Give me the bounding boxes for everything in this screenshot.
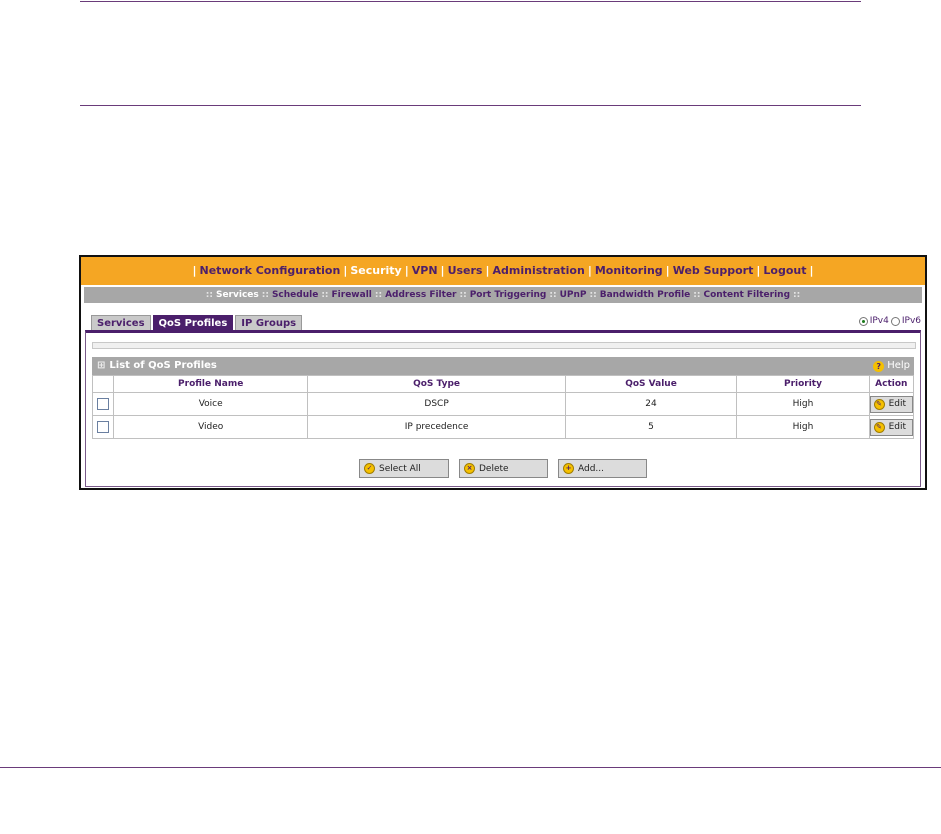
menu-item-users[interactable]: Users — [448, 264, 483, 277]
footer-divider — [0, 767, 941, 768]
edit-button[interactable]: ✎ Edit — [869, 418, 913, 436]
pencil-icon: ✎ — [873, 421, 885, 433]
list-title: List of QoS Profiles — [109, 360, 217, 371]
submenu-separator: :: — [374, 290, 383, 300]
qos-profiles-table: Profile Name QoS Type QoS Value Priority… — [92, 375, 915, 439]
tab-services[interactable]: Services — [91, 315, 151, 331]
row-checkbox[interactable] — [96, 421, 109, 433]
select-all-button[interactable]: ✓ Select All — [359, 459, 449, 478]
delete-button[interactable]: × Delete — [459, 459, 548, 478]
tab-bar: Services QoS Profiles IP Groups — [91, 315, 303, 331]
ip-version-selector: IPv4 IPv6 — [858, 316, 921, 326]
menu-item-administration[interactable]: Administration — [493, 264, 585, 277]
qos-value-cell: 5 — [564, 415, 738, 439]
help-label: Help — [887, 360, 910, 371]
profile-name-cell: Voice — [112, 392, 309, 416]
table-actions: ✓ Select All × Delete + Add... — [86, 459, 920, 478]
row-select-cell — [92, 415, 114, 439]
security-submenu: :: Services:: Schedule:: Firewall:: Address … — [84, 287, 922, 303]
menu-separator: | — [485, 264, 490, 277]
menu-separator: | — [192, 264, 197, 277]
delete-label: Delete — [479, 463, 509, 474]
edit-button-label: Edit — [888, 422, 906, 432]
tab-ip-groups[interactable]: IP Groups — [235, 315, 303, 331]
help-link[interactable]: ? Help — [873, 357, 910, 375]
action-cell: ✎ Edit — [868, 392, 915, 416]
menu-item-monitoring[interactable]: Monitoring — [595, 264, 663, 277]
select-column-header — [92, 375, 114, 393]
top-divider — [80, 1, 861, 2]
submenu-item-content-filtering[interactable]: Content Filtering — [703, 290, 790, 300]
submenu-separator: :: — [589, 290, 597, 300]
list-header: ⊞ List of QoS Profiles ? Help — [92, 357, 914, 375]
submenu-separator: :: — [321, 290, 329, 300]
submenu-item-upnp[interactable]: UPnP — [560, 290, 587, 300]
submenu-item-port-triggering[interactable]: Port Triggering — [470, 290, 547, 300]
ipv4-radio[interactable] — [858, 316, 868, 326]
menu-item-web-support[interactable]: Web Support — [673, 264, 754, 277]
table-row: Video IP precedence 5 High ✎ Edit — [92, 415, 915, 439]
submenu-item-firewall[interactable]: Firewall — [332, 290, 372, 300]
table-header-row: Profile Name QoS Type QoS Value Priority… — [92, 375, 915, 393]
submenu-separator: :: — [693, 290, 701, 300]
edit-button-label: Edit — [888, 399, 906, 409]
table-row: Voice DSCP 24 High ✎ Edit — [92, 392, 915, 416]
menu-item-vpn[interactable]: VPN — [412, 264, 438, 277]
menu-separator: | — [404, 264, 409, 277]
row-checkbox[interactable] — [96, 398, 109, 410]
qos-value-cell: 24 — [564, 392, 738, 416]
action-cell: ✎ Edit — [868, 415, 915, 439]
column-header-qos-type: QoS Type — [307, 375, 566, 393]
help-icon: ? — [873, 360, 885, 372]
header-divider — [80, 105, 861, 106]
menu-item-logout[interactable]: Logout — [763, 264, 806, 277]
content-panel: ⊞ List of QoS Profiles ? Help Profile Nam… — [85, 330, 921, 487]
submenu-separator: :: — [459, 290, 467, 300]
edit-button[interactable]: ✎ Edit — [869, 395, 913, 413]
menu-separator: | — [343, 264, 348, 277]
menu-separator: | — [809, 264, 814, 277]
delete-icon: × — [464, 463, 475, 474]
main-menu: | Network Configuration | Security | VPN | User… — [81, 257, 925, 285]
qos-type-cell: IP precedence — [307, 415, 566, 439]
submenu-separator: :: — [205, 290, 213, 300]
ipv4-label: IPv4 — [869, 316, 889, 326]
select-all-label: Select All — [379, 463, 421, 474]
ipv6-radio[interactable] — [890, 316, 900, 326]
column-header-qos-value: QoS Value — [564, 375, 738, 393]
qos-type-cell: DSCP — [307, 392, 566, 416]
submenu-item-services[interactable]: Services — [216, 290, 259, 300]
column-header-profile-name: Profile Name — [112, 375, 309, 393]
tab-qos-profiles[interactable]: QoS Profiles — [152, 315, 234, 331]
add-label: Add... — [578, 463, 605, 474]
menu-separator: | — [440, 264, 445, 277]
check-icon: ✓ — [364, 463, 375, 474]
priority-cell: High — [736, 415, 870, 439]
menu-separator: | — [587, 264, 592, 277]
menu-item-security[interactable]: Security — [350, 264, 401, 277]
column-header-action: Action — [868, 375, 915, 393]
submenu-item-bandwidth-profile[interactable]: Bandwidth Profile — [600, 290, 691, 300]
add-button[interactable]: + Add... — [558, 459, 647, 478]
status-bar — [92, 342, 916, 349]
router-ui-window: | Network Configuration | Security | VPN | User… — [79, 255, 927, 490]
plus-icon: + — [563, 463, 574, 474]
ipv6-label: IPv6 — [901, 316, 921, 326]
profile-name-cell: Video — [112, 415, 309, 439]
pencil-icon: ✎ — [873, 398, 885, 410]
column-header-priority: Priority — [736, 375, 870, 393]
priority-cell: High — [736, 392, 870, 416]
submenu-item-schedule[interactable]: Schedule — [272, 290, 318, 300]
grip-icon: ⊞ — [97, 360, 106, 371]
submenu-item-address-filter[interactable]: Address Filter — [385, 290, 456, 300]
menu-item-network-configuration[interactable]: Network Configuration — [200, 264, 341, 277]
submenu-separator: :: — [549, 290, 557, 300]
submenu-separator: :: — [261, 290, 269, 300]
row-select-cell — [92, 392, 114, 416]
menu-separator: | — [665, 264, 670, 277]
submenu-separator: :: — [793, 290, 801, 300]
menu-separator: | — [756, 264, 761, 277]
